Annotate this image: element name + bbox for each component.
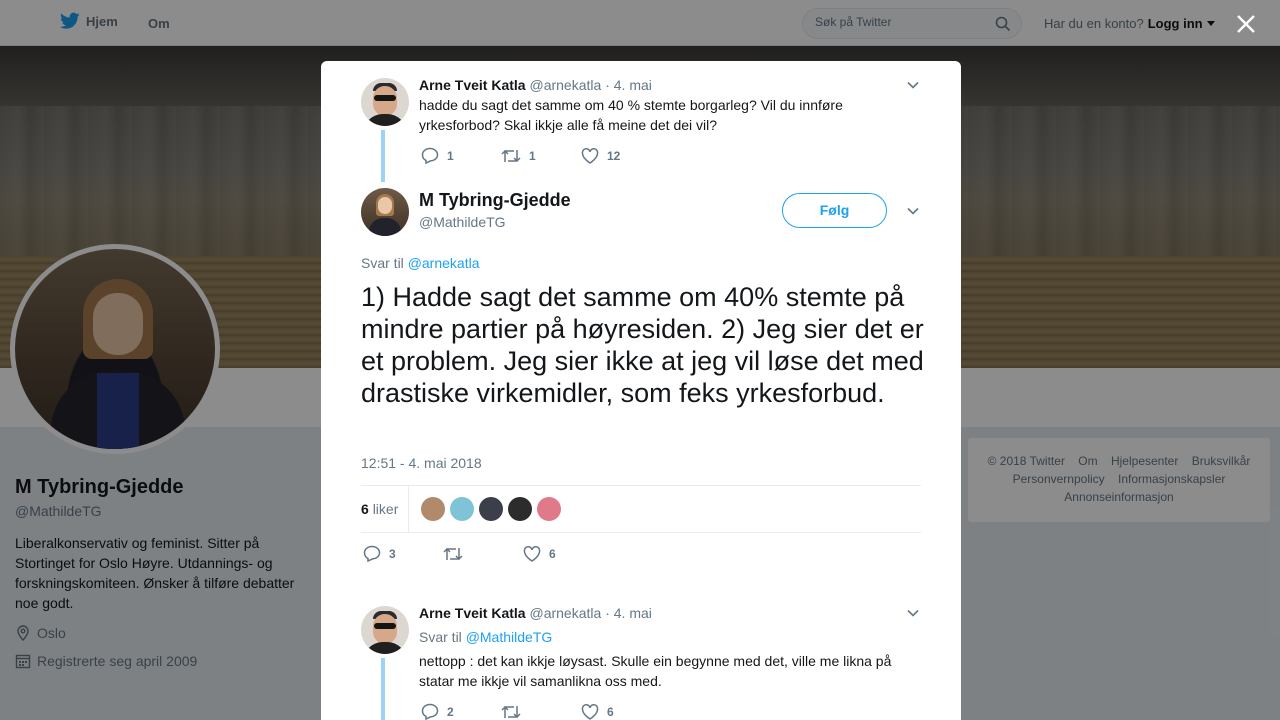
tweet-text: 1) Hadde sagt det samme om 40% stemte på… (361, 282, 924, 408)
avatar[interactable] (361, 78, 409, 126)
liker-avatar[interactable] (537, 497, 561, 521)
avatar-body (369, 218, 401, 236)
reply-button[interactable]: 1 (421, 147, 501, 164)
liker-avatar[interactable] (450, 497, 474, 521)
retweet-icon (501, 149, 521, 162)
reply-icon (421, 703, 439, 720)
follow-button[interactable]: Følg (782, 193, 887, 228)
tweet-header: Arne Tveit Katla @arnekatla · 4. mai (419, 605, 652, 621)
likes-stat[interactable]: 6 liker (361, 501, 398, 517)
reply-context: Svar til @arnekatla (361, 255, 480, 271)
retweet-count: 1 (529, 148, 536, 163)
reply-count: 3 (389, 546, 396, 561)
likes-stat-label: liker (372, 501, 399, 517)
tweet-actions: 2 6 (421, 703, 614, 720)
like-button[interactable]: 6 (581, 703, 614, 720)
tweet-text: hadde du sagt det samme om 40 % stemte b… (419, 97, 843, 133)
chevron-down-icon[interactable] (906, 78, 920, 92)
tweet-text: nettopp : det kan ikkje løysast. Skulle … (419, 653, 892, 689)
avatar-face (373, 614, 397, 644)
reply-icon (421, 147, 439, 164)
tweet-date[interactable]: 4. mai (614, 605, 652, 621)
reply-count: 2 (447, 704, 454, 719)
retweet-icon (501, 705, 521, 718)
retweet-button[interactable] (501, 704, 581, 720)
like-button[interactable]: 6 (523, 545, 556, 562)
tweet-author-handle[interactable]: @arnekatla (529, 605, 601, 621)
avatar-face (378, 197, 392, 214)
tweet-date[interactable]: 4. mai (614, 77, 652, 93)
tweet-timestamp[interactable]: 12:51 - 4. mai 2018 (361, 455, 482, 471)
chevron-down-icon[interactable] (906, 204, 920, 218)
retweet-icon (443, 547, 463, 560)
liker-avatar[interactable] (508, 497, 532, 521)
heart-icon (523, 545, 541, 562)
tweet-author-name[interactable]: Arne Tveit Katla (419, 77, 526, 93)
thread-connector (381, 658, 385, 720)
likes-stat-count: 6 (361, 501, 369, 517)
avatar-body (363, 114, 407, 126)
tweet-author-handle[interactable]: @arnekatla (529, 77, 601, 93)
avatar[interactable] (361, 188, 409, 236)
liker-avatars (421, 497, 561, 521)
avatar-body (363, 642, 407, 654)
thread-connector (381, 130, 385, 182)
retweet-button[interactable]: 1 (501, 148, 581, 164)
reply-to-link[interactable]: @MathildeTG (466, 629, 553, 645)
reply-prefix: Svar til (419, 629, 462, 645)
tweet-author-handle[interactable]: @MathildeTG (419, 214, 506, 230)
reply-context: Svar til @MathildeTG (419, 629, 552, 645)
close-icon[interactable] (1232, 10, 1260, 38)
tweet-author-name[interactable]: M Tybring-Gjedde (419, 190, 571, 211)
avatar[interactable] (361, 606, 409, 654)
like-count: 12 (607, 148, 621, 163)
heart-icon (581, 703, 599, 720)
reply-count: 1 (447, 148, 454, 163)
sunglasses (374, 95, 396, 101)
divider (408, 486, 409, 532)
reply-icon (363, 545, 381, 562)
tweet-header: Arne Tveit Katla @arnekatla · 4. mai (419, 77, 652, 93)
reply-prefix: Svar til (361, 255, 404, 271)
liker-avatar[interactable] (479, 497, 503, 521)
liker-avatar[interactable] (421, 497, 445, 521)
like-count: 6 (607, 704, 614, 719)
tweet-actions: 3 6 (363, 545, 556, 562)
chevron-down-icon[interactable] (906, 606, 920, 620)
like-count: 6 (549, 546, 556, 561)
separator-dot: · (605, 605, 610, 621)
reply-to-link[interactable]: @arnekatla (408, 255, 480, 271)
tweet-author-name[interactable]: Arne Tveit Katla (419, 605, 526, 621)
retweet-button[interactable] (443, 546, 523, 562)
tweet-stats: 6 liker (361, 485, 921, 533)
like-button[interactable]: 12 (581, 147, 621, 164)
tweet-actions: 1 1 12 (421, 147, 620, 164)
heart-icon (581, 147, 599, 164)
reply-button[interactable]: 3 (363, 545, 443, 562)
reply-button[interactable]: 2 (421, 703, 501, 720)
avatar-face (373, 86, 397, 116)
separator-dot: · (605, 77, 610, 93)
sunglasses (374, 623, 396, 629)
